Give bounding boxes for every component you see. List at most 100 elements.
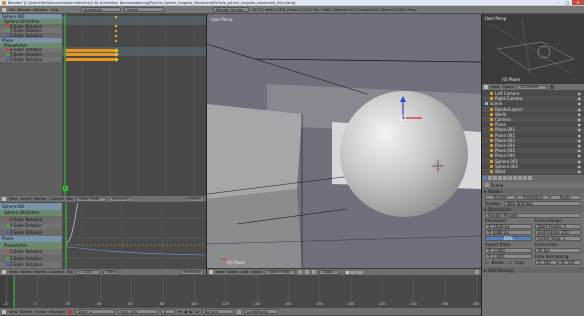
- outliner-editor-icon[interactable]: [484, 85, 488, 89]
- camera-preview[interactable]: User Persp (0) Plane: [482, 14, 584, 84]
- graph-filters[interactable]: Filters: [102, 269, 120, 275]
- particles-tab-icon[interactable]: [523, 176, 527, 180]
- start-frame-field[interactable]: Start: 1: [74, 309, 115, 314]
- aspect-y-field[interactable]: Y: 1.000: [485, 254, 532, 259]
- current-frame-field[interactable]: 0: [160, 309, 175, 314]
- ds-menu-select[interactable]: Select: [20, 197, 31, 201]
- material-tab-icon[interactable]: [513, 176, 517, 180]
- tl-menu-marker[interactable]: Marker: [20, 310, 32, 314]
- menu-help[interactable]: Help: [50, 8, 58, 12]
- keyframe-bar[interactable]: [66, 48, 116, 52]
- frame-rate-selector[interactable]: 24 fps: [534, 248, 581, 253]
- start-frame-field-prop[interactable]: Start Frame: 1: [534, 224, 581, 229]
- graph-curve-area[interactable]: [62, 203, 206, 269]
- visibility-eye-icon[interactable]: ◉: [578, 169, 582, 174]
- sync-selector[interactable]: No Sync: [201, 309, 234, 314]
- render-image-button[interactable]: Render: [485, 194, 517, 200]
- end-frame-field[interactable]: End: 250: [117, 309, 158, 314]
- channel-row[interactable]: Z Euler Rotation: [0, 261, 62, 268]
- res-percentage-slider[interactable]: 50%: [485, 236, 532, 241]
- keying-icon[interactable]: [236, 309, 241, 314]
- ds-menu-key[interactable]: Key: [67, 197, 73, 201]
- crop-checkbox[interactable]: ☐: [508, 260, 512, 265]
- vp-menu-view[interactable]: View: [216, 270, 224, 274]
- modifier-tab-icon[interactable]: [508, 176, 512, 180]
- play-icon[interactable]: ▶: [190, 310, 193, 314]
- texture-tab-icon[interactable]: [518, 176, 522, 180]
- dopesheet-keyarea[interactable]: 0: [62, 14, 206, 196]
- timeline[interactable]: -20 0 20 40 60 80 100 120 140 160 180 200 220 240 260 2…: [0, 276, 482, 308]
- dopesheet-editor-icon[interactable]: [2, 197, 6, 201]
- area-divider[interactable]: [481, 14, 482, 316]
- remap-new-field[interactable]: N: 100: [558, 260, 581, 265]
- tl-menu-frame[interactable]: Frame: [35, 310, 46, 314]
- viewport-editor-icon[interactable]: [209, 270, 213, 274]
- vp-menu-object[interactable]: Object: [251, 270, 262, 274]
- jump-start-icon[interactable]: ⏮: [178, 310, 181, 314]
- tl-menu-view[interactable]: View: [9, 310, 17, 314]
- res-y-field[interactable]: Y: 1080 px: [485, 230, 532, 235]
- res-x-field[interactable]: X: 1920 px: [485, 224, 532, 229]
- pivot-icon[interactable]: [305, 270, 310, 274]
- render-presets-selector[interactable]: Render Presets: [485, 212, 581, 218]
- end-frame-field-prop[interactable]: End Frame: 250: [534, 230, 581, 235]
- object-tab-icon[interactable]: [503, 176, 507, 180]
- ge-menu-select[interactable]: Select: [20, 270, 31, 274]
- ge-menu-marker[interactable]: Marker: [34, 270, 46, 274]
- vp-menu-add[interactable]: Add: [241, 270, 248, 274]
- play-reverse-icon[interactable]: ◀: [184, 310, 187, 314]
- graph-editor-icon[interactable]: [2, 270, 6, 274]
- render-tab-icon[interactable]: [483, 176, 487, 180]
- record-icon[interactable]: [67, 309, 72, 314]
- ge-menu-channel[interactable]: Channel: [49, 270, 63, 274]
- engine-selector[interactable]: Blender Render: [213, 7, 250, 12]
- ds-menu-marker[interactable]: Marker: [34, 197, 46, 201]
- outliner-filter-selector[interactable]: All Scenes: [517, 84, 548, 90]
- info-editor-icon[interactable]: [2, 7, 6, 12]
- outliner-item[interactable]: Wind ◉: [482, 168, 584, 174]
- ds-menu-channel[interactable]: Channel: [49, 197, 63, 201]
- anti-aliasing-panel-header[interactable]: ▸ Anti-Aliasing: [482, 267, 584, 273]
- timeline-editor-icon[interactable]: [2, 309, 6, 314]
- layers-tab-icon[interactable]: [488, 176, 492, 180]
- keying-set-selector[interactable]: LocRotScale: [243, 309, 278, 314]
- close-button[interactable]: ✕: [572, 0, 584, 5]
- manipulator-icon[interactable]: [312, 270, 317, 274]
- channel-row[interactable]: Z Euler Rotation: [0, 57, 62, 62]
- render-audio-button[interactable]: Audio: [549, 194, 581, 200]
- ds-menu-view[interactable]: View: [9, 197, 17, 201]
- lock-icon[interactable]: [475, 270, 479, 274]
- border-checkbox[interactable]: ☐: [485, 260, 489, 265]
- ge-menu-key[interactable]: Key: [67, 270, 73, 274]
- keyframe-bar[interactable]: [66, 58, 116, 62]
- vp-menu-select[interactable]: Select: [227, 270, 238, 274]
- dopesheet-mode-selector[interactable]: Dope Sheet: [75, 196, 106, 202]
- layer-buttons[interactable]: [346, 270, 364, 274]
- physics-tab-icon[interactable]: [528, 176, 532, 180]
- tl-menu-playback[interactable]: Playback: [49, 310, 65, 314]
- aspect-x-field[interactable]: X: 1.000: [485, 248, 532, 253]
- menu-file[interactable]: File: [9, 8, 15, 12]
- scene-tab-icon[interactable]: [493, 176, 497, 180]
- display-selector[interactable]: New Window: [503, 200, 581, 206]
- graph-mode-selector[interactable]: F-Curve: [75, 269, 100, 275]
- world-tab-icon[interactable]: [498, 176, 502, 180]
- ol-menu-view[interactable]: View: [491, 85, 499, 89]
- dopesheet-frame-indicator[interactable]: 0: [63, 186, 68, 191]
- minimize-button[interactable]: –: [554, 0, 563, 5]
- keyframe-bar[interactable]: [66, 53, 116, 57]
- summary-toggle[interactable]: Summary: [108, 196, 132, 202]
- object-mode-selector[interactable]: Object Mode: [265, 269, 296, 275]
- search-icon[interactable]: [550, 85, 555, 89]
- menu-window[interactable]: Window: [33, 8, 47, 12]
- remap-old-field[interactable]: O: 100: [534, 260, 558, 265]
- render-animation-button[interactable]: Animation: [517, 194, 549, 200]
- filters-dropdown[interactable]: Filters: [187, 196, 204, 202]
- maximize-button[interactable]: □: [563, 0, 572, 5]
- ol-menu-search[interactable]: Search: [502, 85, 514, 89]
- viewport-3d[interactable]: User Persp (0) Plane: [207, 14, 481, 268]
- layout-selector[interactable]: Animation: [81, 7, 122, 12]
- scene-selector[interactable]: Scene: [124, 7, 165, 12]
- menu-render[interactable]: Render: [18, 8, 30, 12]
- shading-solid-icon[interactable]: [298, 270, 303, 274]
